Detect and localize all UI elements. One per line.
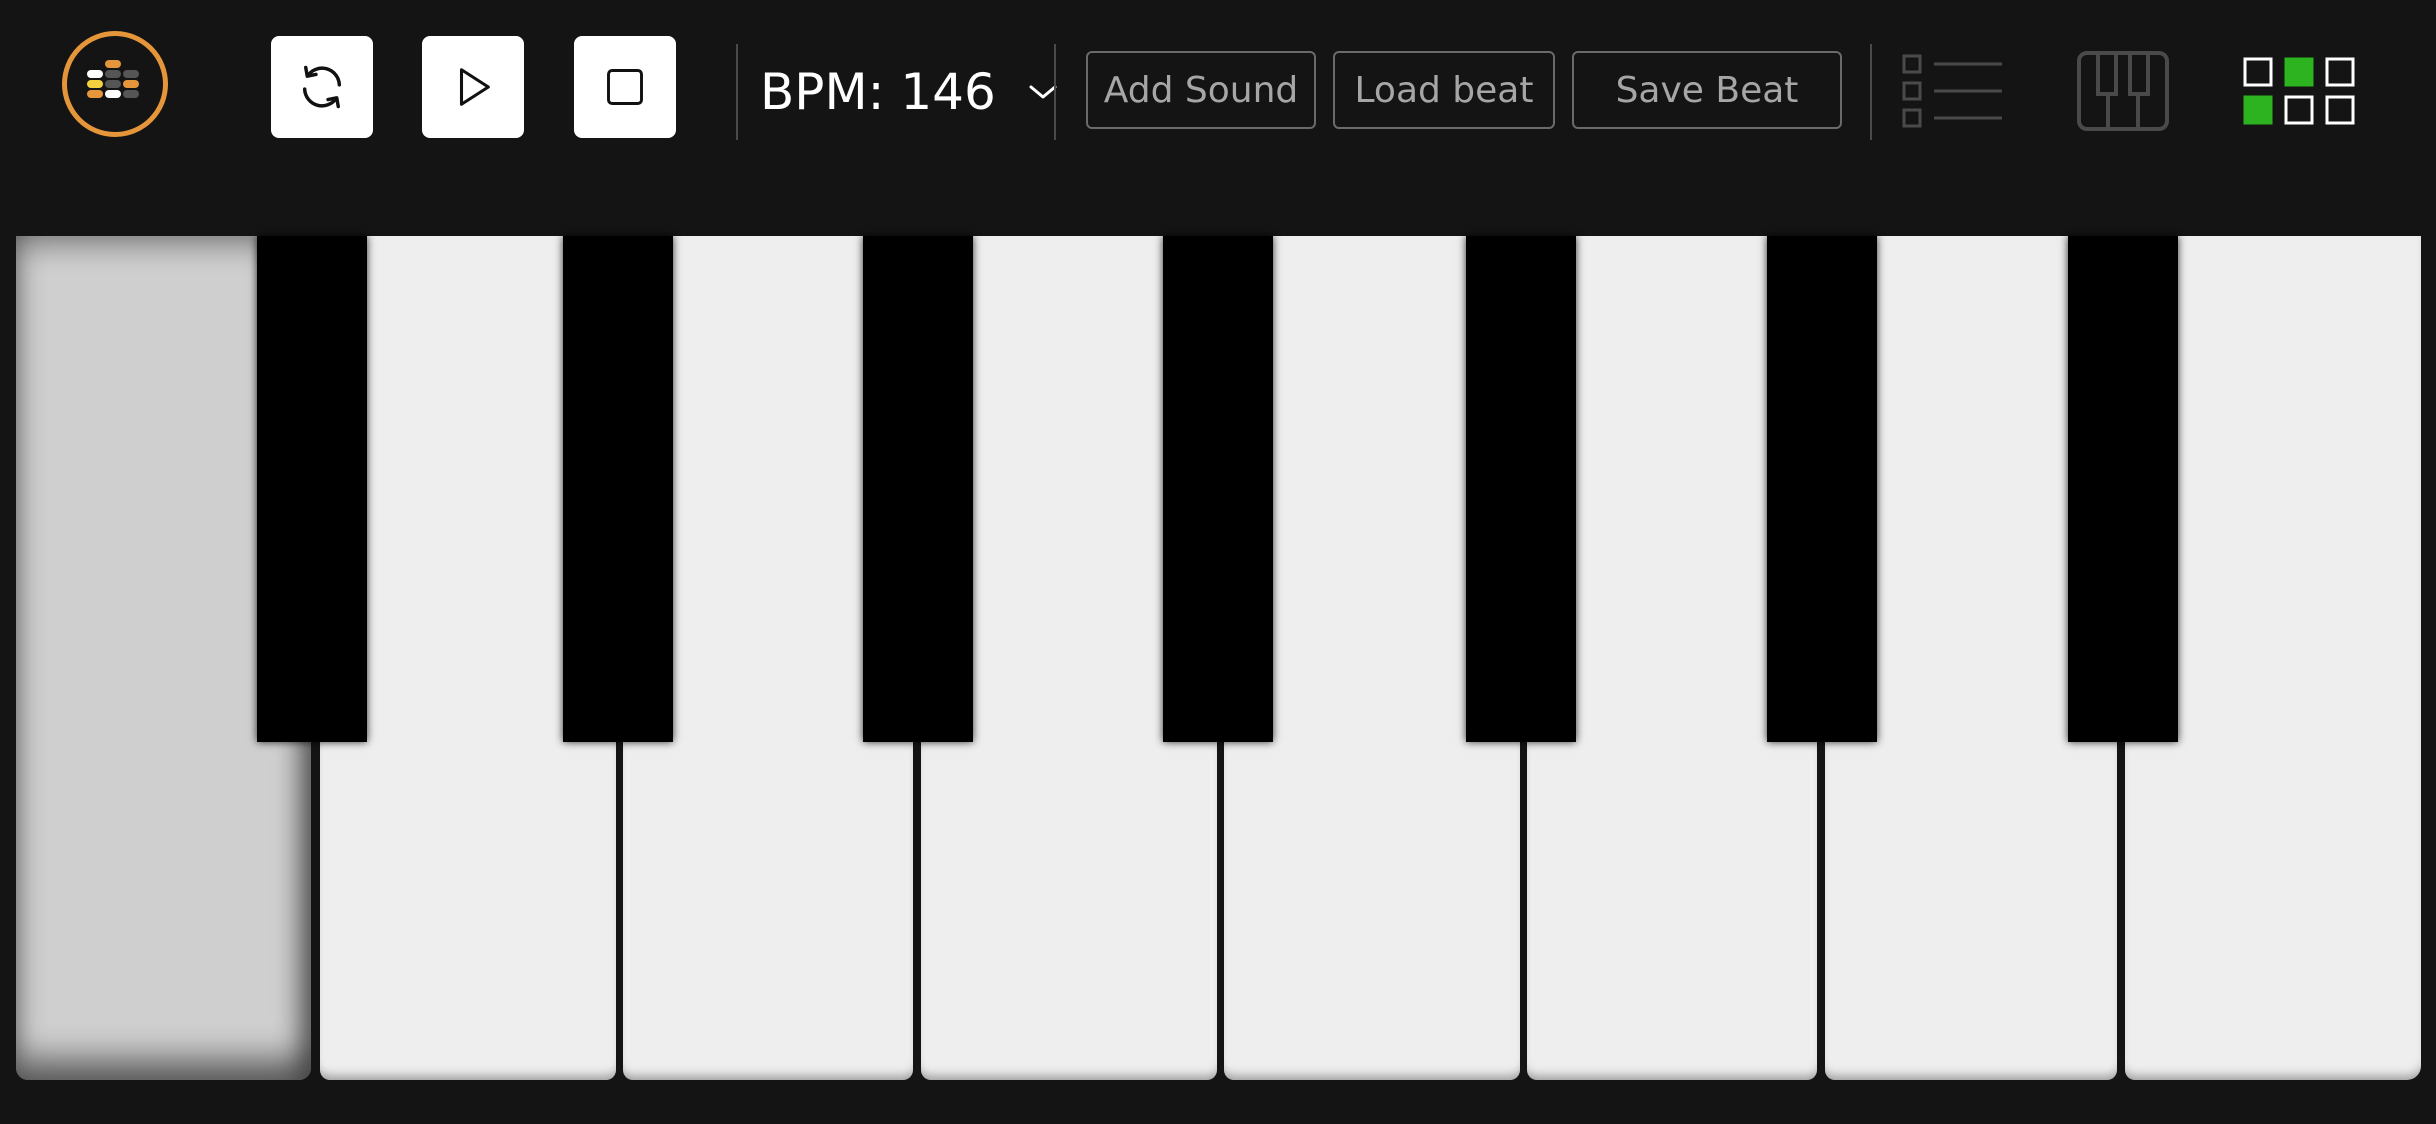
play-icon [459,68,490,106]
bpm-select[interactable]: BPM: 146 [760,52,1060,132]
black-key[interactable] [1767,236,1877,742]
logo-mark-icon [87,60,139,98]
piano-view-button[interactable] [2076,50,2170,136]
play-button[interactable] [422,36,524,138]
refresh-icon [302,65,342,109]
loop-button[interactable] [271,36,373,138]
divider [1870,44,1872,140]
grid-view-icon [2243,57,2355,125]
load-beat-button[interactable]: Load beat [1333,51,1555,129]
black-key[interactable] [1163,236,1273,742]
save-beat-button[interactable]: Save Beat [1572,51,1842,129]
stop-icon [607,69,643,105]
divider [1054,44,1056,140]
divider [736,44,738,140]
add-sound-button[interactable]: Add Sound [1086,51,1316,129]
toolbar: BPM: 146 Add Sound Load beat Save Beat [0,0,2436,190]
black-key[interactable] [2068,236,2178,742]
black-key[interactable] [563,236,673,742]
black-key[interactable] [863,236,973,742]
grid-view-button[interactable] [2242,56,2356,130]
list-view-button[interactable] [1900,52,2006,134]
list-view-icon [1902,54,2002,128]
stop-button[interactable] [574,36,676,138]
piano-keyboard [16,236,2421,1080]
piano-view-icon [2077,51,2169,131]
app-logo[interactable] [62,31,168,137]
black-key[interactable] [1466,236,1576,742]
black-key[interactable] [257,236,367,742]
bpm-label: BPM: 146 [760,63,996,121]
